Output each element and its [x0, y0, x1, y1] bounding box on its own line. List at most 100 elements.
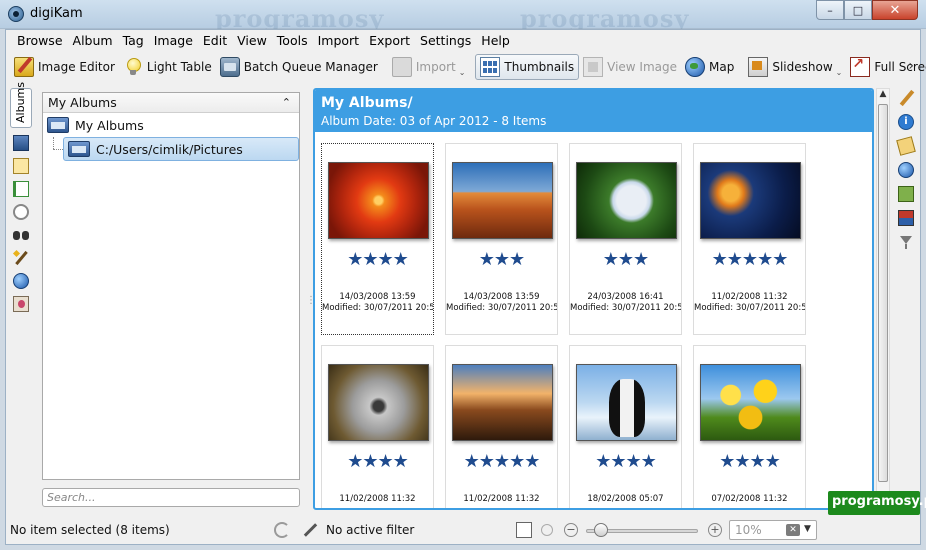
light-table-button[interactable]: Light Table — [119, 54, 216, 80]
thumbnail-view: My Albums/ Album Date: 03 of Apr 2012 - … — [313, 88, 874, 510]
menu-image[interactable]: Image — [149, 30, 198, 52]
filter-icon[interactable] — [898, 234, 914, 250]
filter-settings-icon[interactable] — [302, 522, 318, 538]
menu-import[interactable]: Import — [313, 30, 365, 52]
photo-thumbnail[interactable] — [328, 162, 429, 239]
rating-stars[interactable]: ★★★★ — [570, 451, 681, 472]
rating-stars[interactable]: ★★★ — [570, 249, 681, 270]
caption-edit-icon[interactable] — [898, 90, 914, 106]
menu-browse[interactable]: Browse — [12, 30, 68, 52]
close-button[interactable]: ✕ — [872, 0, 918, 20]
tags-icon[interactable] — [896, 136, 916, 156]
rating-stars[interactable]: ★★★★ — [322, 451, 433, 472]
full-screen-button[interactable]: Full Screen — [846, 54, 926, 80]
photo-thumbnail[interactable] — [700, 162, 801, 239]
zoom-in-icon[interactable]: + — [708, 523, 722, 537]
globe-icon — [685, 57, 706, 77]
calendar-icon[interactable] — [13, 181, 29, 197]
photo-thumbnail[interactable] — [328, 364, 429, 441]
thumbnail-card[interactable]: ★★★★ 07/02/2008 11:32 — [693, 345, 806, 508]
info-icon[interactable] — [898, 114, 914, 130]
menu-album[interactable]: Album — [68, 30, 118, 52]
preview-mode-icon[interactable] — [516, 522, 532, 538]
colors-icon[interactable] — [898, 210, 914, 226]
menu-help[interactable]: Help — [476, 30, 515, 52]
albums-icon[interactable] — [13, 135, 29, 151]
fuzzy-search-icon[interactable] — [13, 250, 29, 266]
photo-thumbnail[interactable] — [452, 162, 553, 239]
scroll-up-icon[interactable]: ▲ — [877, 89, 889, 103]
zoom-out-icon[interactable]: − — [564, 523, 578, 537]
photo-thumbnail[interactable] — [452, 364, 553, 441]
photo-thumbnail[interactable] — [576, 162, 677, 239]
thumbnail-scrollbar[interactable]: ▲ ▼ — [876, 88, 890, 510]
tree-item-pictures[interactable]: C:/Users/cimlik/Pictures — [63, 137, 299, 161]
photo-date: 07/02/2008 11:32 — [711, 494, 788, 504]
tags-icon[interactable] — [13, 158, 29, 174]
minimize-button[interactable]: – — [816, 0, 844, 20]
map-search-icon[interactable] — [13, 273, 29, 289]
menu-edit[interactable]: Edit — [198, 30, 232, 52]
maximize-button[interactable]: □ — [844, 0, 872, 20]
thumbnail-card[interactable]: ★★★★★ 11/02/2008 11:32 Modified: 30/07/2… — [693, 143, 806, 335]
map-button[interactable]: Map — [681, 54, 738, 80]
rating-stars[interactable]: ★★★ — [446, 249, 557, 270]
menu-tools[interactable]: Tools — [272, 30, 313, 52]
zoom-combobox[interactable]: 10% ✕ ▼ — [729, 520, 817, 540]
rating-stars[interactable]: ★★★★ — [322, 249, 433, 270]
menu-view[interactable]: View — [232, 30, 272, 52]
image-editor-button[interactable]: Image Editor — [10, 54, 119, 80]
filter-status: No active filter — [326, 523, 415, 537]
slideshow-button[interactable]: Slideshow ⌄ — [744, 54, 846, 80]
window-controls: – □ ✕ — [816, 0, 918, 20]
chevron-down-icon[interactable]: ⌄ — [836, 68, 843, 77]
tools-icon[interactable] — [898, 186, 914, 202]
thumbnail-card[interactable]: ★★★ 14/03/2008 13:59 Modified: 30/07/201… — [445, 143, 558, 335]
geolocation-icon[interactable] — [898, 162, 914, 178]
thumbnail-card[interactable]: ★★★★ 11/02/2008 11:32 — [321, 345, 434, 508]
view-image-button[interactable]: View Image — [579, 54, 681, 80]
album-tree-header[interactable]: My Albums ⌃ — [43, 93, 299, 113]
tab-albums[interactable]: Albums — [10, 82, 32, 128]
tree-connector — [53, 137, 54, 149]
chevron-down-icon[interactable]: ▼ — [804, 524, 811, 534]
menu-tag[interactable]: Tag — [118, 30, 149, 52]
light-bulb-icon — [123, 57, 143, 77]
window-title: digiKam — [30, 6, 83, 21]
thumbnail-card[interactable]: ★★★ 24/03/2008 16:41 Modified: 30/07/201… — [569, 143, 682, 335]
left-sidebar-tabs: Albums — [10, 82, 36, 328]
rating-stars[interactable]: ★★★★ — [694, 451, 805, 472]
zoom-slider-handle[interactable] — [594, 523, 608, 537]
photo-thumbnail[interactable] — [700, 364, 801, 441]
tree-item-my-albums[interactable]: My Albums — [43, 113, 299, 137]
chevron-down-icon[interactable]: ⌄ — [459, 68, 466, 77]
refresh-icon[interactable] — [274, 522, 290, 538]
toolbar-overflow-icon[interactable]: › — [908, 58, 914, 74]
thumbnails-button[interactable]: Thumbnails — [475, 54, 580, 80]
album-search-input[interactable]: Search... — [42, 488, 300, 507]
photo-thumbnail[interactable] — [576, 364, 677, 441]
zoom-reset-icon[interactable] — [541, 524, 553, 536]
status-bar: No item selected (8 items) No active fil… — [6, 516, 920, 544]
thumbnail-card[interactable]: ★★★★ 18/02/2008 05:07 — [569, 345, 682, 508]
people-icon[interactable] — [13, 296, 29, 312]
main-window: Browse Album Tag Image Edit View Tools I… — [5, 29, 926, 545]
import-button[interactable]: Import ⌄ — [388, 54, 470, 80]
menu-export[interactable]: Export — [364, 30, 415, 52]
rating-stars[interactable]: ★★★★★ — [446, 451, 557, 472]
menu-settings[interactable]: Settings — [415, 30, 476, 52]
clear-icon[interactable]: ✕ — [786, 524, 800, 536]
timeline-icon[interactable] — [13, 204, 29, 220]
batch-queue-manager-button[interactable]: Batch Queue Manager — [216, 54, 382, 80]
thumbnail-card[interactable]: ★★★★ 14/03/2008 13:59 Modified: 30/07/20… — [321, 143, 434, 335]
collapse-icon[interactable]: ⌃ — [282, 96, 291, 109]
selection-status: No item selected (8 items) — [10, 523, 170, 537]
photo-date: 11/02/2008 11:32 — [711, 292, 788, 302]
rating-stars[interactable]: ★★★★★ — [694, 249, 805, 270]
batch-queue-label: Batch Queue Manager — [243, 60, 378, 74]
search-binoculars-icon[interactable] — [13, 227, 29, 243]
digikam-app-icon[interactable] — [8, 6, 24, 22]
photo-modified: Modified: 30/07/2011 20:5 — [446, 303, 557, 313]
thumbnail-card[interactable]: ★★★★★ 11/02/2008 11:32 — [445, 345, 558, 508]
scrollbar-thumb[interactable] — [878, 104, 888, 482]
